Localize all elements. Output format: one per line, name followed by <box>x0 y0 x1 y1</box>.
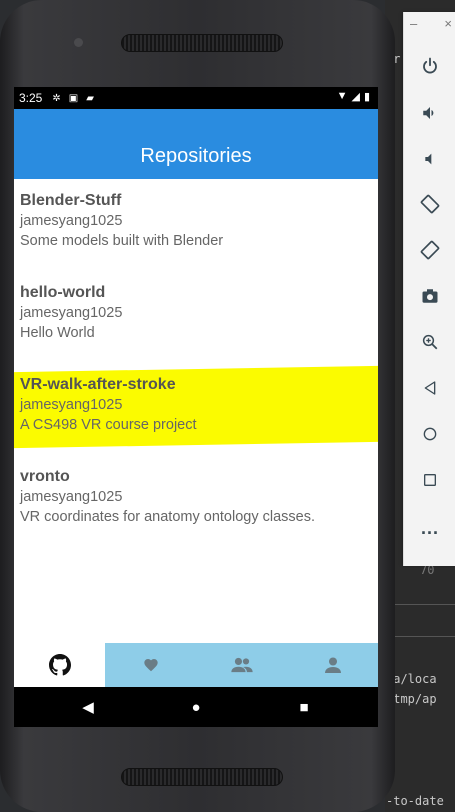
tab-repositories[interactable] <box>14 643 105 687</box>
top-speaker <box>121 34 283 52</box>
rotate-right-button[interactable] <box>404 230 455 270</box>
repo-item[interactable]: Blender-Stuff jamesyang1025 Some models … <box>14 191 378 251</box>
volume-up-button[interactable] <box>404 93 455 133</box>
screenshot-button[interactable] <box>404 276 455 316</box>
tab-profile[interactable] <box>287 643 378 687</box>
notification-icon: ▣ <box>68 92 79 104</box>
tab-following[interactable] <box>196 643 287 687</box>
repo-description: VR coordinates for anatomy ontology clas… <box>20 509 315 525</box>
android-navigation-bar: ◀ ● ■ <box>14 687 378 727</box>
repo-owner: jamesyang1025 <box>20 213 123 229</box>
ide-divider <box>385 636 455 637</box>
wifi-icon: ▼ <box>336 90 348 102</box>
bottom-navigation <box>14 643 378 687</box>
home-icon <box>423 427 437 441</box>
users-icon <box>230 657 253 673</box>
github-icon <box>48 654 71 676</box>
repo-owner: jamesyang1025 <box>20 489 123 505</box>
volume-down-button[interactable] <box>404 139 455 179</box>
status-bar: 3:25 ✲ ▣ ▰ ▼ ◢ ▮ <box>14 87 378 109</box>
volume-down-icon <box>425 153 432 165</box>
zoom-icon <box>422 334 438 350</box>
zoom-button[interactable] <box>404 322 455 362</box>
back-icon <box>424 381 436 395</box>
sd-card-icon: ▰ <box>86 92 94 104</box>
app-bar: Repositories <box>14 109 378 179</box>
user-icon <box>324 657 341 673</box>
repo-description: Hello World <box>20 325 95 341</box>
repo-name: vronto <box>20 468 70 485</box>
power-button[interactable] <box>404 46 455 86</box>
more-button[interactable]: ... <box>404 508 455 548</box>
emu-home-button[interactable] <box>404 414 455 454</box>
back-button[interactable]: ◀ <box>58 698 118 716</box>
repo-name: VR-walk-after-stroke <box>20 376 176 393</box>
minimize-button[interactable]: – <box>410 16 417 34</box>
home-button[interactable]: ● <box>166 699 226 716</box>
emulator-control-panel: – × ... <box>403 12 455 566</box>
page-title: Repositories <box>140 144 252 167</box>
repo-owner: jamesyang1025 <box>20 397 123 413</box>
tab-favorites[interactable] <box>105 643 196 687</box>
rotate-left-icon <box>420 194 440 214</box>
recents-button[interactable]: ■ <box>274 699 334 716</box>
repo-item[interactable]: hello-world jamesyang1025 Hello World <box>14 283 378 343</box>
heart-icon <box>143 659 158 672</box>
repo-owner: jamesyang1025 <box>20 305 123 321</box>
repository-list: Blender-Stuff jamesyang1025 Some models … <box>14 179 378 643</box>
bottom-speaker <box>121 768 283 786</box>
settings-icon: ✲ <box>52 92 61 104</box>
camera-icon <box>422 289 438 303</box>
signal-icon: ◢ <box>351 91 360 103</box>
rotate-right-icon <box>420 240 440 260</box>
emu-back-button[interactable] <box>404 368 455 408</box>
repo-description: A CS498 VR course project <box>20 417 197 433</box>
status-right-icons: ▼ ◢ ▮ <box>337 90 370 103</box>
repo-name: hello-world <box>20 284 106 301</box>
rotate-left-button[interactable] <box>404 184 455 224</box>
emulator-titlebar: – × <box>410 16 452 34</box>
repo-item[interactable]: vronto jamesyang1025 VR coordinates for … <box>14 467 378 527</box>
repo-description: Some models built with Blender <box>20 233 224 249</box>
phone-frame: 3:25 ✲ ▣ ▰ ▼ ◢ ▮ Repositories Blender-St… <box>0 0 395 812</box>
battery-icon: ▮ <box>363 91 370 103</box>
status-time: 3:25 <box>19 91 43 105</box>
emu-overview-button[interactable] <box>404 460 455 500</box>
power-icon <box>423 57 437 74</box>
overview-icon <box>424 474 436 486</box>
repo-item-highlighted[interactable]: VR-walk-after-stroke jamesyang1025 A CS4… <box>14 365 378 449</box>
ide-console-line: -to-date <box>386 794 444 808</box>
more-icon: ... <box>420 517 439 538</box>
repo-name: Blender-Stuff <box>20 192 122 209</box>
ide-divider <box>385 604 455 605</box>
volume-up-icon <box>423 107 434 119</box>
close-button[interactable]: × <box>444 16 452 34</box>
front-camera <box>74 38 83 47</box>
phone-screen: 3:25 ✲ ▣ ▰ ▼ ◢ ▮ Repositories Blender-St… <box>14 87 378 727</box>
